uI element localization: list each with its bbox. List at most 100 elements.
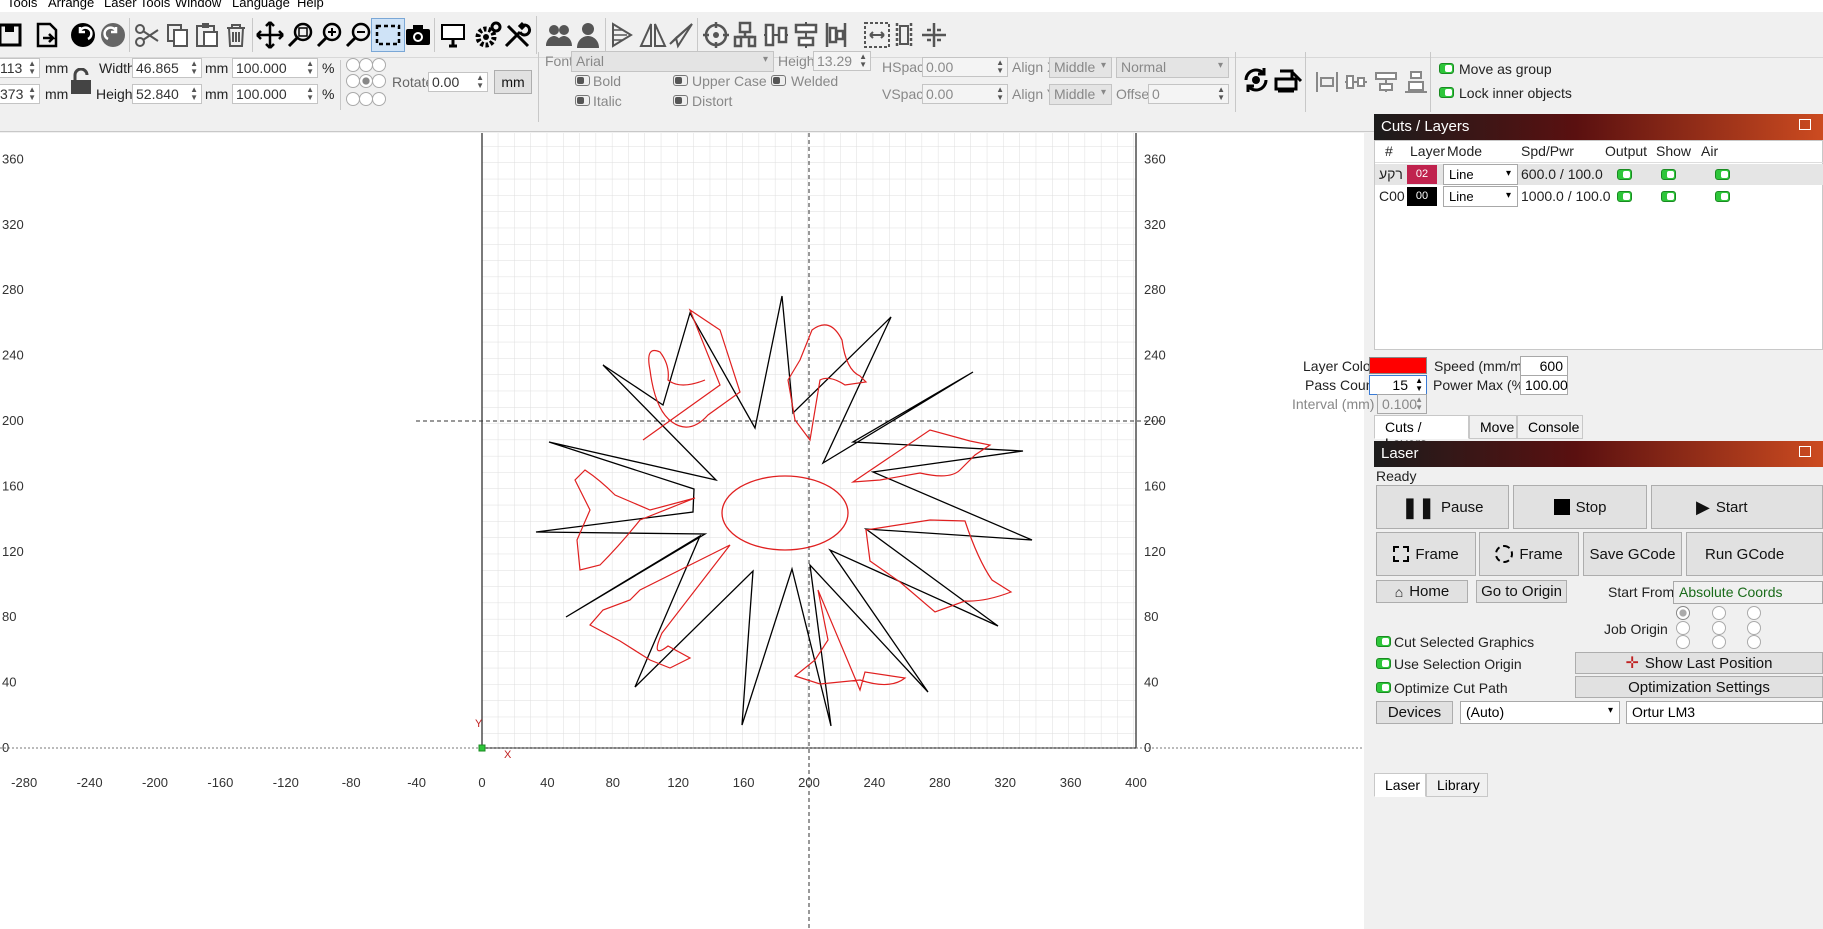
- rotate-input[interactable]: 0.00 ▲ ▼: [428, 72, 488, 92]
- welded-toggle[interactable]: [771, 75, 786, 86]
- text-mode-select[interactable]: Normal ▾: [1116, 57, 1229, 78]
- layer-swatch[interactable]: 00: [1407, 187, 1437, 206]
- align-center-icon[interactable]: [789, 18, 823, 52]
- canvas-svg[interactable]: Y X -280 -240 -200 -160 -120 -80 -40 0 40 80 120 16…: [0, 133, 1364, 929]
- menu-arrange[interactable]: Arrange: [48, 0, 94, 10]
- table-row[interactable]: רקע 02 Line ▾ 600.0 / 100.0: [1375, 164, 1823, 185]
- frame-circle-button[interactable]: Frame: [1479, 532, 1579, 576]
- design-canvas[interactable]: Y X -280 -240 -200 -160 -120 -80 -40 0 40 80 120 16…: [0, 133, 1364, 929]
- start-from-select[interactable]: Absolute Coords: [1673, 581, 1823, 604]
- job-origin-radio-bl[interactable]: [1676, 635, 1690, 649]
- lock-inner-objects-toggle[interactable]: [1439, 87, 1454, 98]
- x-position-input[interactable]: 113 ▲ ▼: [0, 58, 40, 78]
- tab-cuts-layers[interactable]: Cuts / Layers: [1374, 415, 1469, 451]
- hdistribute-icon[interactable]: [1343, 70, 1369, 94]
- vdistribute-icon[interactable]: [1403, 70, 1429, 94]
- menu-laser-tools[interactable]: Laser Tools: [104, 0, 170, 10]
- frame-rect-button[interactable]: Frame: [1376, 532, 1476, 576]
- text-height-input[interactable]: 13.29 ▲ ▼: [813, 51, 871, 71]
- y-position-input[interactable]: 373 ▲ ▼: [0, 84, 40, 104]
- pause-button[interactable]: ❚❚ Pause: [1376, 485, 1509, 529]
- dock-icon[interactable]: [1799, 446, 1811, 457]
- anchor-radio-tc[interactable]: [359, 58, 373, 72]
- job-origin-radio-bc[interactable]: [1712, 635, 1726, 649]
- width-percent-input[interactable]: 100.000 ▲ ▼: [232, 58, 318, 78]
- speed-input[interactable]: 600: [1520, 356, 1568, 376]
- mirror-h-icon[interactable]: [605, 18, 639, 52]
- save-gcode-button[interactable]: Save GCode: [1583, 532, 1682, 576]
- move-as-group-toggle[interactable]: [1439, 63, 1454, 74]
- anchor-radio-br[interactable]: [372, 92, 386, 106]
- tab-console[interactable]: Console: [1517, 415, 1583, 439]
- hcenter-align-icon[interactable]: [1314, 70, 1340, 94]
- height-percent-input[interactable]: 100.000 ▲ ▼: [232, 84, 318, 104]
- distort-toggle[interactable]: [673, 95, 688, 106]
- print-cut-icon[interactable]: [1273, 65, 1303, 95]
- power-max-input[interactable]: 100.00: [1520, 375, 1568, 395]
- anchor-radio-tr[interactable]: [372, 58, 386, 72]
- move-icon[interactable]: [253, 18, 287, 52]
- anchor-radio-ml[interactable]: [346, 74, 360, 88]
- tab-library[interactable]: Library: [1426, 773, 1488, 797]
- bold-toggle[interactable]: [575, 75, 590, 86]
- vcenter-align-icon[interactable]: [1373, 70, 1399, 94]
- save-icon[interactable]: [30, 18, 64, 52]
- use-selection-origin-toggle[interactable]: [1376, 658, 1391, 669]
- undo-icon[interactable]: [66, 18, 100, 52]
- offset-input[interactable]: 0 ▲ ▼: [1148, 84, 1229, 104]
- align-icon[interactable]: [729, 18, 763, 52]
- distribute-icon[interactable]: [759, 18, 793, 52]
- optimization-settings-button[interactable]: Optimization Settings: [1575, 676, 1823, 698]
- menu-help[interactable]: Help: [297, 0, 324, 10]
- devices-button[interactable]: Devices: [1376, 701, 1453, 724]
- aligny-select[interactable]: Middle ▾: [1049, 84, 1112, 105]
- font-select[interactable]: Arial ▾: [571, 51, 774, 72]
- stop-button[interactable]: Stop: [1513, 485, 1647, 529]
- run-gcode-button[interactable]: Run GCode: [1686, 532, 1823, 576]
- ungroup-icon[interactable]: [571, 18, 605, 52]
- menu-language[interactable]: Language: [232, 0, 290, 10]
- tab-laser[interactable]: Laser: [1374, 773, 1426, 797]
- menu-tools[interactable]: Tools: [7, 0, 37, 10]
- menu-window[interactable]: Window: [175, 0, 221, 10]
- target-icon[interactable]: [699, 18, 733, 52]
- anchor-radio-bc[interactable]: [359, 92, 373, 106]
- table-row[interactable]: C00 00 Line ▾ 1000.0 / 100.0: [1375, 186, 1823, 207]
- mode-select[interactable]: Line ▾: [1443, 186, 1518, 207]
- job-origin-radio-ml[interactable]: [1676, 621, 1690, 635]
- device-select[interactable]: Ortur LM3: [1626, 701, 1823, 724]
- job-origin-radio-br[interactable]: [1747, 635, 1761, 649]
- width-input[interactable]: 46.865 ▲ ▼: [132, 58, 202, 78]
- dock-icon[interactable]: [1799, 119, 1811, 130]
- job-origin-radio-mc[interactable]: [1712, 621, 1726, 635]
- mode-select[interactable]: Line ▾: [1443, 164, 1518, 185]
- show-toggle[interactable]: [1661, 169, 1676, 180]
- air-toggle[interactable]: [1715, 191, 1730, 202]
- optimize-cut-toggle[interactable]: [1376, 682, 1391, 693]
- home-button[interactable]: ⌂ Home: [1376, 580, 1468, 603]
- anchor-radio-mc[interactable]: [359, 74, 373, 88]
- cut-icon[interactable]: [130, 18, 164, 52]
- lock-icon[interactable]: [69, 67, 93, 96]
- show-last-position-button[interactable]: ✛ Show Last Position: [1575, 652, 1823, 674]
- array-icon[interactable]: [819, 18, 853, 52]
- redo-icon[interactable]: [96, 18, 130, 52]
- tools-icon[interactable]: [500, 18, 534, 52]
- show-toggle[interactable]: [1661, 191, 1676, 202]
- monitor-icon[interactable]: [436, 18, 470, 52]
- start-button[interactable]: ▶ Start: [1651, 485, 1823, 529]
- cut-selected-toggle[interactable]: [1376, 636, 1391, 647]
- italic-toggle[interactable]: [575, 95, 590, 106]
- hspace-input[interactable]: 0.00 ▲ ▼: [922, 57, 1008, 77]
- vspace-input[interactable]: 0.00 ▲ ▼: [922, 84, 1008, 104]
- frame-select-icon[interactable]: [371, 18, 405, 52]
- apply-text-icon[interactable]: [1241, 65, 1271, 95]
- anchor-radio-bl[interactable]: [346, 92, 360, 106]
- job-origin-radio-mr[interactable]: [1747, 621, 1761, 635]
- air-toggle[interactable]: [1715, 169, 1730, 180]
- anchor-radio-tl[interactable]: [346, 58, 360, 72]
- job-origin-radio-tr[interactable]: [1747, 606, 1761, 620]
- layer-swatch[interactable]: 02: [1407, 165, 1437, 184]
- units-button[interactable]: mm: [494, 70, 532, 94]
- tab-move[interactable]: Move: [1469, 415, 1517, 439]
